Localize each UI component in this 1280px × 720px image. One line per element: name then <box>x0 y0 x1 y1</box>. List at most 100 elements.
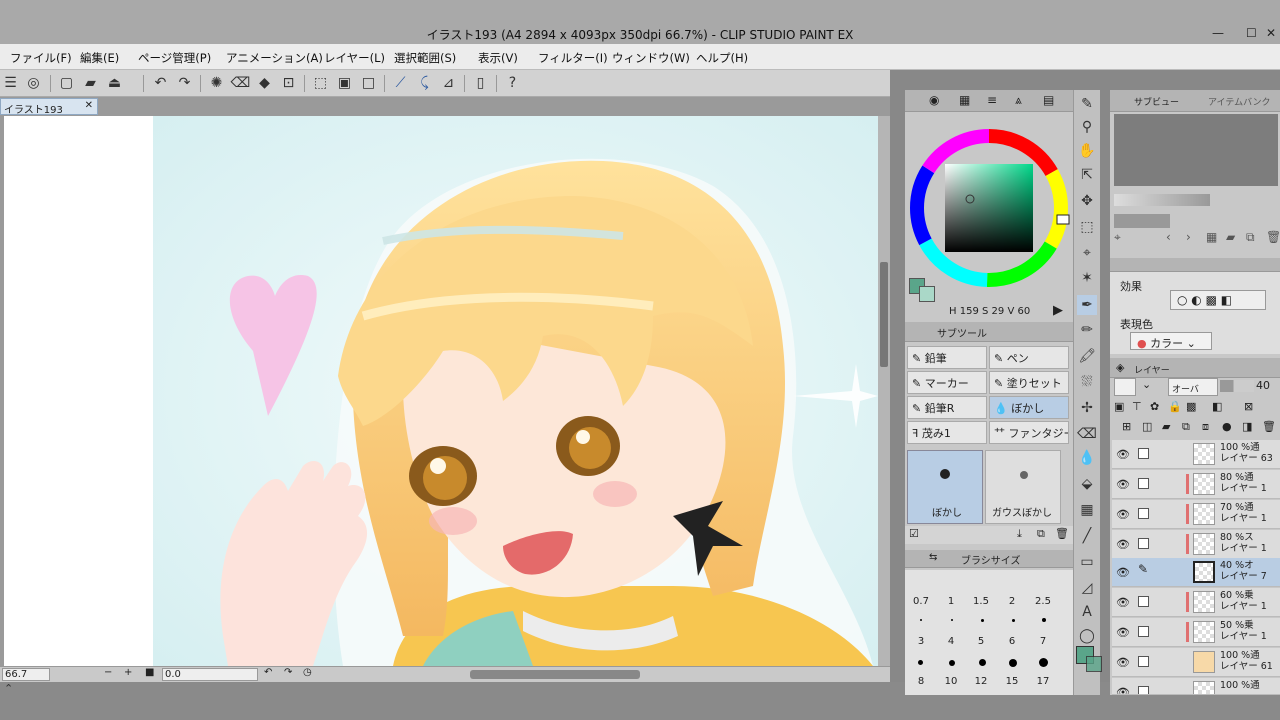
menu-view[interactable]: 表示(V) <box>478 50 518 66</box>
trash-icon[interactable]: 🗑 <box>1262 420 1276 433</box>
mask-add-icon[interactable]: ● <box>1222 420 1232 433</box>
move-tool-icon[interactable]: ✥ <box>1077 191 1097 211</box>
layer-row[interactable]: 👁 80 %ス レイヤー 1 <box>1112 530 1280 559</box>
color-wheel[interactable] <box>907 126 1071 290</box>
merge-down-icon[interactable]: ⧉ <box>1182 420 1190 434</box>
expand-icon[interactable]: ⌃ <box>4 682 13 695</box>
eye-icon[interactable]: 👁 <box>1116 508 1130 521</box>
canvas-horizontal-scroll-thumb[interactable] <box>470 670 640 679</box>
tab-document[interactable]: イラスト193 ✕ <box>0 98 98 116</box>
object-tool-icon[interactable]: ⇱ <box>1077 165 1097 185</box>
airbrush-tool-icon[interactable]: ⛆ <box>1077 372 1097 392</box>
layer-checkbox[interactable] <box>1138 656 1149 667</box>
chevron-right-icon[interactable]: › <box>1186 230 1191 244</box>
opacity-slider[interactable] <box>1220 380 1254 392</box>
eye-icon[interactable]: 👁 <box>1116 686 1130 694</box>
chevron-down-icon[interactable]: ⌄ <box>1142 378 1160 396</box>
layer-checkbox[interactable] <box>1138 686 1149 694</box>
clear-icon[interactable]: ⌫ <box>230 73 251 94</box>
layer-row-selected[interactable]: 👁 ✎ 40 %オ レイヤー 7 <box>1112 558 1280 587</box>
pencil-tool-icon[interactable]: ✏ <box>1077 320 1097 340</box>
menu-help[interactable]: ヘルプ(H) <box>696 50 748 66</box>
trash-icon[interactable]: 🗑 <box>1266 230 1280 244</box>
balloon-tool-icon[interactable]: ◯ <box>1077 626 1097 646</box>
menu-filter[interactable]: フィルター(I) <box>538 50 608 66</box>
show-area-icon[interactable]: □ <box>358 73 379 94</box>
smartphone-icon[interactable]: ▯ <box>470 73 491 94</box>
folder-icon[interactable]: ▰ <box>1226 230 1235 244</box>
close-button[interactable]: ✕ <box>1266 26 1276 40</box>
navigator-zoom-slider[interactable] <box>1114 194 1210 206</box>
brush-size-1.5[interactable]: 1.5 <box>967 596 995 607</box>
invert-selection-icon[interactable]: ▣ <box>334 73 355 94</box>
menu-selection[interactable]: 選択範囲(S) <box>394 50 456 66</box>
transform-icon[interactable]: ⊡ <box>278 73 299 94</box>
pen-tool-icon[interactable]: ✒ <box>1077 295 1097 315</box>
eye-icon[interactable]: 👁 <box>1116 538 1130 551</box>
brush-size-5[interactable]: 5 <box>967 636 995 647</box>
color-slider-tab-icon[interactable]: ≡ <box>987 93 997 107</box>
subtool-fantasy[interactable]: ⺿ ファンタジー <box>989 421 1069 444</box>
rotate-left-icon[interactable]: ↶ <box>264 667 272 678</box>
brush-icon[interactable]: ✎ <box>1138 562 1149 576</box>
eye-icon[interactable]: 👁 <box>1116 656 1130 669</box>
brush-size-12[interactable]: 12 <box>967 676 995 687</box>
menu-page[interactable]: ページ管理(P) <box>138 50 211 66</box>
snap-special-ruler-icon[interactable]: ⤹ <box>414 73 435 94</box>
navigator-rotate-slider[interactable] <box>1114 214 1170 228</box>
grid-icon[interactable]: ▦ <box>1206 230 1217 244</box>
brush-size-10[interactable]: 10 <box>937 676 965 687</box>
color-set-tab-icon[interactable]: ▦ <box>959 93 970 107</box>
layer-checkbox[interactable] <box>1138 478 1149 489</box>
ruler-tool-icon[interactable]: ◿ <box>1077 578 1097 598</box>
menu-animation[interactable]: アニメーション(A) <box>226 50 323 66</box>
zoom-field[interactable]: 66.7 <box>2 668 50 681</box>
color-mode-icon[interactable]: ▶ <box>1053 303 1063 318</box>
zoom-in-button[interactable]: + <box>124 667 132 678</box>
brush-size-3[interactable]: 3 <box>907 636 935 647</box>
preset-blur[interactable]: ぼかし <box>907 450 983 524</box>
subtool-pencil[interactable]: ✎ 鉛筆 <box>907 346 987 369</box>
brush-size-2[interactable]: 2 <box>998 596 1026 607</box>
layer-checkbox[interactable] <box>1138 508 1149 519</box>
subtool-paint-set[interactable]: ✎ 塗りセット <box>989 371 1069 394</box>
open-folder-icon[interactable]: ▰ <box>80 73 101 94</box>
layer-row[interactable]: 👁 100 %通 <box>1112 678 1280 695</box>
menu-window[interactable]: ウィンドウ(W) <box>612 50 690 66</box>
new-folder-icon[interactable]: ▰ <box>1162 420 1170 433</box>
artwork-canvas[interactable] <box>153 116 878 666</box>
subtool-pen[interactable]: ✎ ペン <box>989 346 1069 369</box>
line-tool-icon[interactable]: ╱ <box>1077 526 1097 546</box>
subtool-bush[interactable]: ꟻ 茂み1 <box>907 421 987 444</box>
trash-icon[interactable]: 🗑 <box>1055 527 1069 540</box>
ruler-icon[interactable]: ⊠ <box>1244 400 1253 413</box>
tab-item-bank[interactable]: アイテムバンク <box>1208 95 1271 108</box>
new-vector-icon[interactable]: ◫ <box>1142 420 1152 433</box>
tab-sub-view[interactable]: サブビュー <box>1134 95 1179 108</box>
layer-color-button[interactable] <box>1114 378 1136 396</box>
brush-size-7[interactable]: 7 <box>1029 636 1057 647</box>
close-tab-icon[interactable]: ✕ <box>85 100 93 111</box>
opacity-value[interactable]: 40 <box>1256 379 1270 392</box>
eraser-tool-icon[interactable]: ⌫ <box>1077 424 1097 444</box>
download-icon[interactable]: ⤓ <box>1017 527 1022 541</box>
rotate-right-icon[interactable]: ↷ <box>284 667 292 678</box>
reset-rotation-icon[interactable]: ◷ <box>303 667 312 678</box>
layer-row[interactable]: 👁 70 %通 レイヤー 1 <box>1112 500 1280 529</box>
maximize-button[interactable]: ☐ <box>1246 26 1257 40</box>
eyedropper-tool-icon[interactable]: ⌖ <box>1077 243 1097 263</box>
selection-tool-icon[interactable]: ⬚ <box>1077 217 1097 237</box>
loading-icon[interactable]: ✺ <box>206 73 227 94</box>
subtool-marker[interactable]: ✎ マーカー <box>907 371 987 394</box>
zoom-out-button[interactable]: − <box>104 667 112 678</box>
decoration-tool-icon[interactable]: ✢ <box>1077 398 1097 418</box>
brush-size-6[interactable]: 6 <box>998 636 1026 647</box>
subtool-pencil-r[interactable]: ✎ 鉛筆R <box>907 396 987 419</box>
brush-size-15[interactable]: 15 <box>998 676 1026 687</box>
brush-size-8[interactable]: 8 <box>907 676 935 687</box>
layer-checkbox[interactable] <box>1138 626 1149 637</box>
fill-icon[interactable]: ◆ <box>254 73 275 94</box>
brush-size-4[interactable]: 4 <box>937 636 965 647</box>
copy-icon[interactable]: ⧉ <box>1037 527 1045 541</box>
undo-icon[interactable]: ↶ <box>150 73 171 94</box>
